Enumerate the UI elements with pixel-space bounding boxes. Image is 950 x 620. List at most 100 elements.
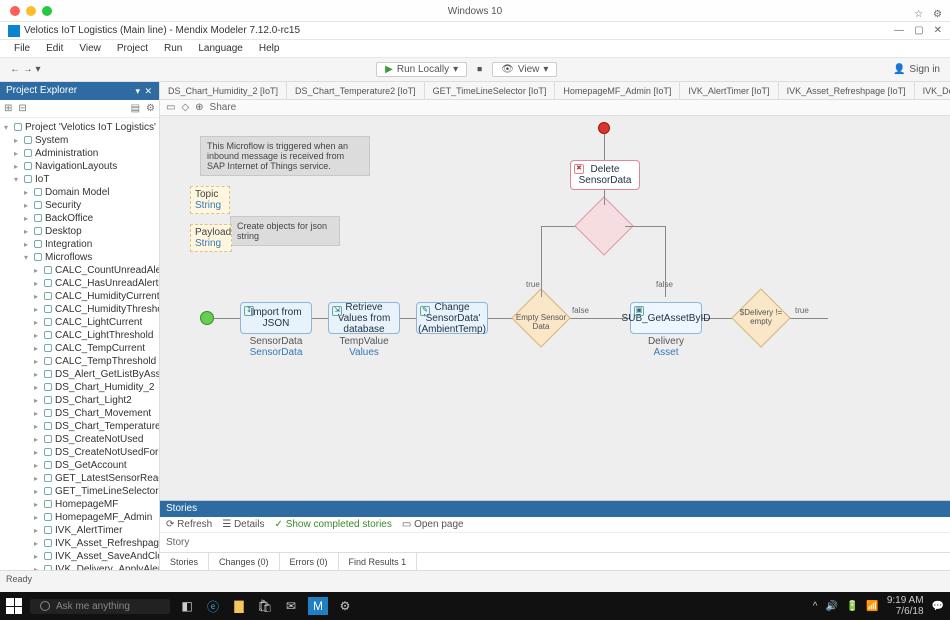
flow-line: [625, 226, 665, 227]
browser-controls[interactable]: ☆⚙: [914, 4, 942, 26]
explorer-icon[interactable]: ▇: [230, 597, 248, 615]
run-locally-button[interactable]: ▶ Run Locally▾: [376, 62, 467, 77]
menu-run[interactable]: Run: [156, 40, 190, 57]
store-icon[interactable]: 🛍: [256, 597, 274, 615]
tree-node[interactable]: Security: [0, 199, 159, 212]
stop-button[interactable]: ⏹: [477, 64, 482, 75]
tree-node[interactable]: GET_LatestSensorReading: [0, 472, 159, 485]
center-panel: DS_Chart_Humidity_2 [IoT]DS_Chart_Temper…: [160, 82, 950, 570]
toolbar-btn[interactable]: ▭: [166, 102, 175, 113]
menu-language[interactable]: Language: [190, 40, 251, 57]
bottom-tab[interactable]: Find Results 1: [339, 553, 418, 570]
editor-tab[interactable]: IVK_Delivery_ApplyAlertSettings [IoT]: [915, 82, 950, 99]
tree-node[interactable]: DS_CreateNotUsed: [0, 433, 159, 446]
note-description[interactable]: This Microflow is triggered when an inbo…: [200, 136, 370, 176]
tree-node[interactable]: GET_TimeLineSelector: [0, 485, 159, 498]
windows-taskbar[interactable]: Ask me anything ◧ ⓔ ▇ 🛍 ✉ M ⚙ ^🔊🔋📶 9:19 …: [0, 592, 950, 620]
tree-node[interactable]: CALC_TempThreshold: [0, 355, 159, 368]
open-page-button[interactable]: ▭ Open page: [402, 519, 464, 530]
system-tray[interactable]: ^🔊🔋📶 9:19 AM 7/6/18 💬: [813, 595, 944, 617]
end-event[interactable]: [598, 122, 610, 134]
refresh-button[interactable]: ⟳ Refresh: [166, 519, 212, 530]
editor-tab[interactable]: GET_TimeLineSelector [IoT]: [425, 82, 556, 99]
activity-retrieve[interactable]: ⇲Retrieve Values from database: [328, 302, 400, 334]
edge-label-false: false: [656, 280, 673, 289]
menu-help[interactable]: Help: [251, 40, 288, 57]
editor-tab[interactable]: HomepageMF_Admin [IoT]: [555, 82, 680, 99]
details-button[interactable]: ☰ Details: [222, 519, 264, 530]
bottom-tabs[interactable]: StoriesChanges (0)Errors (0)Find Results…: [160, 552, 950, 570]
menu-edit[interactable]: Edit: [38, 40, 71, 57]
tree-node[interactable]: CALC_HumidityCurrent: [0, 290, 159, 303]
param-topic[interactable]: TopicString: [190, 186, 230, 214]
tree-node[interactable]: CALC_LightThreshold: [0, 329, 159, 342]
settings-icon[interactable]: ⚙: [336, 597, 354, 615]
tree-node[interactable]: Integration: [0, 238, 159, 251]
menu-view[interactable]: View: [71, 40, 109, 57]
project-tree[interactable]: Project 'Velotics IoT Logistics'SystemAd…: [0, 118, 159, 570]
editor-tab[interactable]: DS_Chart_Humidity_2 [IoT]: [160, 82, 287, 99]
tree-node[interactable]: Administration: [0, 147, 159, 160]
sign-in-link[interactable]: 👤Sign in: [893, 64, 940, 75]
tree-node[interactable]: System: [0, 134, 159, 147]
completed-button[interactable]: ✓ Show completed stories: [275, 519, 392, 530]
edge-icon[interactable]: ⓔ: [204, 597, 222, 615]
tree-node[interactable]: HomepageMF: [0, 498, 159, 511]
task-view-icon[interactable]: ◧: [178, 597, 196, 615]
tree-node[interactable]: DS_CreateNotUsedForNotification: [0, 446, 159, 459]
tree-node[interactable]: IVK_Delivery_ApplyAlertSettings: [0, 563, 159, 570]
tree-node[interactable]: CALC_TempCurrent: [0, 342, 159, 355]
menu-project[interactable]: Project: [109, 40, 156, 57]
tree-node[interactable]: DS_Chart_Humidity_2: [0, 381, 159, 394]
tree-node[interactable]: Microflows: [0, 251, 159, 264]
tree-node[interactable]: HomepageMF_Admin: [0, 511, 159, 524]
tree-node[interactable]: IVK_Asset_Refreshpage: [0, 537, 159, 550]
tree-node[interactable]: DS_Chart_Temperature2: [0, 420, 159, 433]
cortana-search[interactable]: Ask me anything: [30, 599, 170, 614]
tree-node[interactable]: CALC_HasUnreadAlerts: [0, 277, 159, 290]
activity-delete[interactable]: ✖Delete SensorData: [570, 160, 640, 190]
stories-toolbar[interactable]: ⟳ Refresh ☰ Details ✓ Show completed sto…: [160, 517, 950, 533]
activity-import-json[interactable]: ↧Import from JSON: [240, 302, 312, 334]
explorer-toolbar[interactable]: ⊞⊟▤⚙: [0, 100, 159, 118]
bottom-tab[interactable]: Changes (0): [209, 553, 280, 570]
tree-node[interactable]: Desktop: [0, 225, 159, 238]
tree-node[interactable]: DS_Chart_Light2: [0, 394, 159, 407]
editor-tab[interactable]: IVK_AlertTimer [IoT]: [680, 82, 778, 99]
microflow-canvas[interactable]: This Microflow is triggered when an inbo…: [160, 116, 950, 500]
mail-icon[interactable]: ✉: [282, 597, 300, 615]
view-button[interactable]: 👁View▾: [492, 62, 557, 77]
note-create[interactable]: Create objects for json string: [230, 216, 340, 246]
start-button[interactable]: [6, 598, 22, 614]
start-event[interactable]: [200, 311, 214, 325]
tree-node[interactable]: Domain Model: [0, 186, 159, 199]
tree-node[interactable]: BackOffice: [0, 212, 159, 225]
editor-tab[interactable]: DS_Chart_Temperature2 [IoT]: [287, 82, 425, 99]
activity-sub-getasset[interactable]: ▣SUB_GetAssetByID: [630, 302, 702, 334]
tree-node[interactable]: DS_Alert_GetListByAsset: [0, 368, 159, 381]
toolbar-btn[interactable]: ◇: [181, 102, 189, 113]
tree-node[interactable]: CALC_CountUnreadAlerts: [0, 264, 159, 277]
tree-node[interactable]: CALC_HumidityThreshold: [0, 303, 159, 316]
editor-tab[interactable]: IVK_Asset_Refreshpage [IoT]: [779, 82, 915, 99]
tree-node[interactable]: DS_GetAccount: [0, 459, 159, 472]
tree-node[interactable]: IVK_AlertTimer: [0, 524, 159, 537]
toolbar-btn[interactable]: Share: [210, 102, 237, 113]
bottom-tab[interactable]: Stories: [160, 553, 209, 570]
tree-node[interactable]: IoT: [0, 173, 159, 186]
tree-node[interactable]: Project 'Velotics IoT Logistics': [0, 121, 159, 134]
bottom-tab[interactable]: Errors (0): [280, 553, 339, 570]
editor-tabs[interactable]: DS_Chart_Humidity_2 [IoT]DS_Chart_Temper…: [160, 82, 950, 100]
mac-traffic-lights[interactable]: [10, 6, 52, 16]
toolbar-nav[interactable]: ← → ▾: [10, 64, 41, 75]
param-payload[interactable]: PayloadString: [190, 224, 232, 252]
app-taskbar-icon[interactable]: M: [308, 597, 328, 615]
menu-file[interactable]: File: [6, 40, 38, 57]
panel-controls[interactable]: ▾ ✕: [135, 82, 153, 100]
tree-node[interactable]: IVK_Asset_SaveAndClose: [0, 550, 159, 563]
tree-node[interactable]: CALC_LightCurrent: [0, 316, 159, 329]
activity-change[interactable]: ✎Change 'SensorData' (AmbientTemp): [416, 302, 488, 334]
toolbar-btn[interactable]: ⊕: [195, 102, 203, 113]
tree-node[interactable]: NavigationLayouts: [0, 160, 159, 173]
tree-node[interactable]: DS_Chart_Movement: [0, 407, 159, 420]
